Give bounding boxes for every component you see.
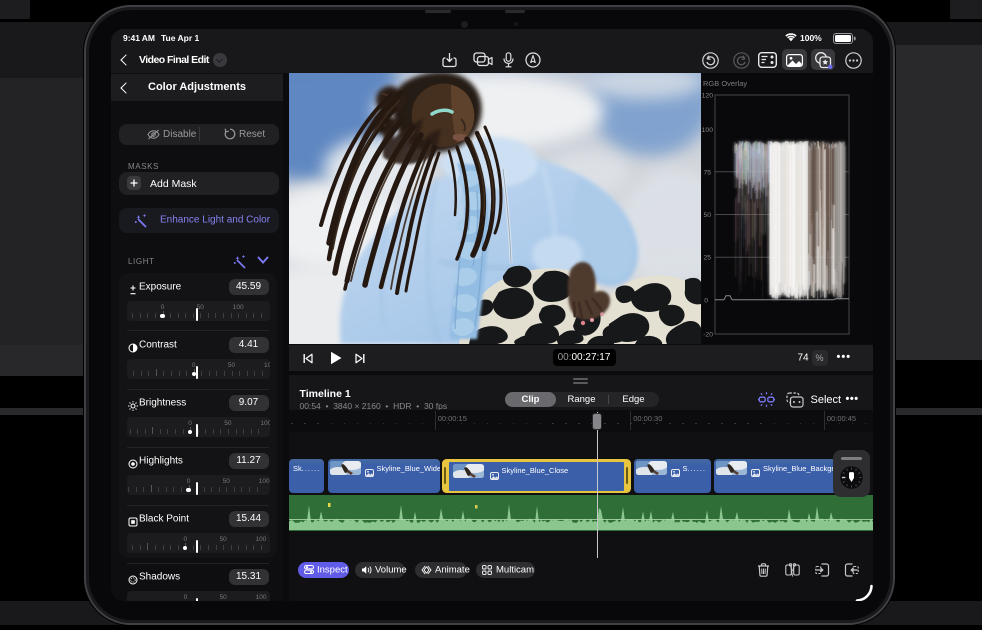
svg-text:75: 75 [703,169,711,176]
svg-text:50: 50 [703,212,711,219]
svg-text:RGB Overlay: RGB Overlay [703,79,747,88]
svg-text:120: 120 [702,92,713,99]
svg-text:-20: -20 [703,331,713,338]
svg-text:25: 25 [703,254,711,261]
svg-text:100: 100 [702,127,713,134]
svg-text:0: 0 [704,297,708,304]
